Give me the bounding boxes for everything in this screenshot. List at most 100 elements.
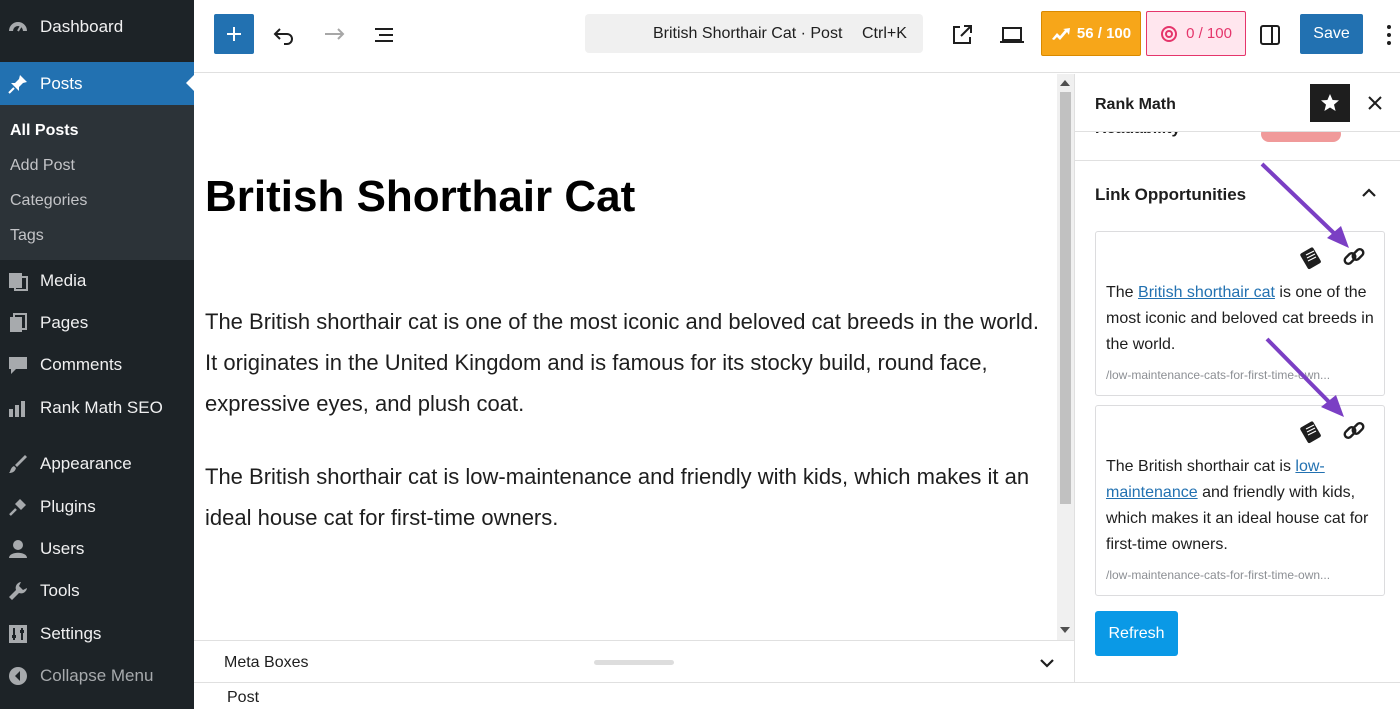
link-icon[interactable]	[1341, 418, 1367, 444]
suggestion-url: /low-maintenance-cats-for-first-time-own…	[1106, 568, 1331, 582]
posts-submenu: All Posts Add Post Categories Tags	[0, 105, 194, 260]
menu-users-label: Users	[40, 539, 85, 558]
menu-comments-label: Comments	[40, 355, 123, 374]
redo-button[interactable]	[316, 17, 352, 53]
clipboard-icon[interactable]	[1298, 244, 1324, 270]
menu-pages-label: Pages	[40, 313, 89, 332]
pages-icon	[7, 312, 29, 334]
comment-icon	[7, 354, 29, 376]
rank-math-logo-icon	[1051, 27, 1070, 40]
menu-appearance[interactable]: Appearance	[0, 443, 194, 485]
suggested-anchor-link[interactable]: British shorthair cat	[1138, 284, 1275, 301]
wrench-icon	[7, 580, 29, 602]
menu-comments[interactable]: Comments	[0, 344, 194, 386]
suggestion-text-before: The	[1106, 284, 1139, 301]
dashboard-icon	[7, 16, 29, 38]
rank-math-icon	[7, 397, 29, 419]
menu-settings[interactable]: Settings	[0, 613, 194, 655]
document-overview-button[interactable]	[366, 17, 402, 53]
menu-rank-math-label: Rank Math SEO	[40, 398, 163, 417]
menu-tools-label: Tools	[40, 581, 80, 600]
view-post-button[interactable]	[944, 17, 980, 53]
scroll-down-arrow[interactable]	[1060, 627, 1070, 633]
editor-scrollbar[interactable]	[1057, 74, 1074, 640]
pin-icon	[7, 73, 29, 95]
paintbrush-icon	[7, 453, 29, 475]
link-suggestion-card: The British shorthair cat is one of the …	[1095, 231, 1385, 396]
link-opportunities-section: Link Opportunities	[1075, 160, 1400, 204]
scroll-thumb[interactable]	[1060, 92, 1071, 504]
menu-plugins[interactable]: Plugins	[0, 486, 194, 528]
suggestion-url: /low-maintenance-cats-for-first-time-own…	[1106, 368, 1331, 382]
breadcrumb[interactable]: Post	[227, 689, 259, 707]
editor-toolbar: British Shorthair Cat · Post Ctrl+K 56 /…	[194, 0, 1400, 73]
suggestion-text-before: The British shorthair cat is	[1106, 458, 1296, 475]
submenu-categories[interactable]: Categories	[10, 192, 87, 210]
undo-button[interactable]	[266, 17, 302, 53]
menu-settings-label: Settings	[40, 624, 102, 643]
submenu-add-post[interactable]: Add Post	[10, 157, 75, 175]
resize-handle[interactable]	[594, 660, 674, 665]
command-palette-bar[interactable]: British Shorthair Cat · Post Ctrl+K	[585, 14, 923, 53]
undo-icon	[273, 28, 293, 45]
add-block-button[interactable]	[214, 14, 254, 54]
menu-pages[interactable]: Pages	[0, 302, 194, 344]
link-opportunities-title[interactable]: Link Opportunities	[1095, 185, 1246, 205]
rank-math-panel: Rank Math Readability Link Opportunities…	[1074, 74, 1400, 682]
submenu-tags[interactable]: Tags	[10, 227, 44, 245]
panel-title: Rank Math	[1095, 96, 1176, 113]
plug-icon	[7, 496, 29, 518]
command-title: British Shorthair Cat · Post	[653, 25, 843, 42]
pin-panel-button[interactable]	[1310, 84, 1350, 122]
list-view-icon	[375, 28, 393, 42]
external-link-icon	[953, 25, 972, 44]
command-shortcut: Ctrl+K	[862, 25, 907, 42]
preview-button[interactable]	[994, 17, 1030, 53]
user-icon	[7, 538, 29, 560]
seo-score-value: 56 / 100	[1076, 25, 1132, 42]
more-options-button[interactable]	[1378, 17, 1400, 53]
chevron-down-icon[interactable]	[1037, 653, 1057, 673]
sidebar-toggle-icon	[1260, 25, 1280, 45]
panel-header: Rank Math	[1075, 74, 1400, 132]
seo-score-button[interactable]: 56 / 100	[1041, 11, 1141, 56]
post-title[interactable]: British Shorthair Cat	[205, 172, 635, 222]
paragraph-block[interactable]: The British shorthair cat is low-mainten…	[205, 456, 1045, 538]
more-vertical-icon	[1387, 25, 1391, 45]
menu-users[interactable]: Users	[0, 528, 194, 570]
menu-posts[interactable]: Posts	[0, 62, 194, 105]
submenu-all-posts[interactable]: All Posts	[10, 122, 78, 140]
clipboard-icon[interactable]	[1298, 418, 1324, 444]
editor-canvas: British Shorthair Cat The British shorth…	[194, 74, 1056, 640]
meta-boxes-bar[interactable]: Meta Boxes	[194, 640, 1074, 682]
menu-collapse[interactable]: Collapse Menu	[0, 655, 194, 697]
editor-footer: Post	[194, 682, 1400, 709]
close-panel-button[interactable]	[1362, 90, 1388, 116]
menu-media[interactable]: Media	[0, 260, 194, 302]
desktop-icon	[1000, 27, 1024, 43]
readability-score-value: 0 / 100	[1186, 25, 1232, 42]
close-icon	[1368, 96, 1382, 110]
meta-boxes-label: Meta Boxes	[224, 654, 309, 671]
readability-score-button[interactable]: 0 / 100	[1146, 11, 1246, 56]
chevron-up-icon[interactable]	[1359, 183, 1379, 203]
menu-dashboard[interactable]: Dashboard	[0, 6, 194, 48]
scroll-up-arrow[interactable]	[1060, 80, 1070, 86]
settings-sliders-icon	[7, 623, 29, 645]
media-icon	[7, 270, 29, 292]
menu-rank-math[interactable]: Rank Math SEO	[0, 387, 194, 429]
redo-icon	[325, 28, 345, 40]
menu-appearance-label: Appearance	[40, 454, 132, 473]
suggestion-text: The British shorthair cat is one of the …	[1106, 280, 1376, 358]
menu-tools[interactable]: Tools	[0, 570, 194, 612]
menu-posts-label: Posts	[40, 73, 83, 93]
star-icon	[1321, 94, 1339, 111]
menu-plugins-label: Plugins	[40, 497, 96, 516]
collapse-icon	[7, 665, 29, 687]
paragraph-block[interactable]: The British shorthair cat is one of the …	[205, 301, 1045, 424]
link-icon[interactable]	[1341, 244, 1367, 270]
refresh-button[interactable]: Refresh	[1095, 611, 1178, 656]
menu-collapse-label: Collapse Menu	[40, 666, 154, 685]
save-button[interactable]: Save	[1300, 14, 1363, 54]
settings-panel-toggle[interactable]	[1252, 17, 1288, 53]
